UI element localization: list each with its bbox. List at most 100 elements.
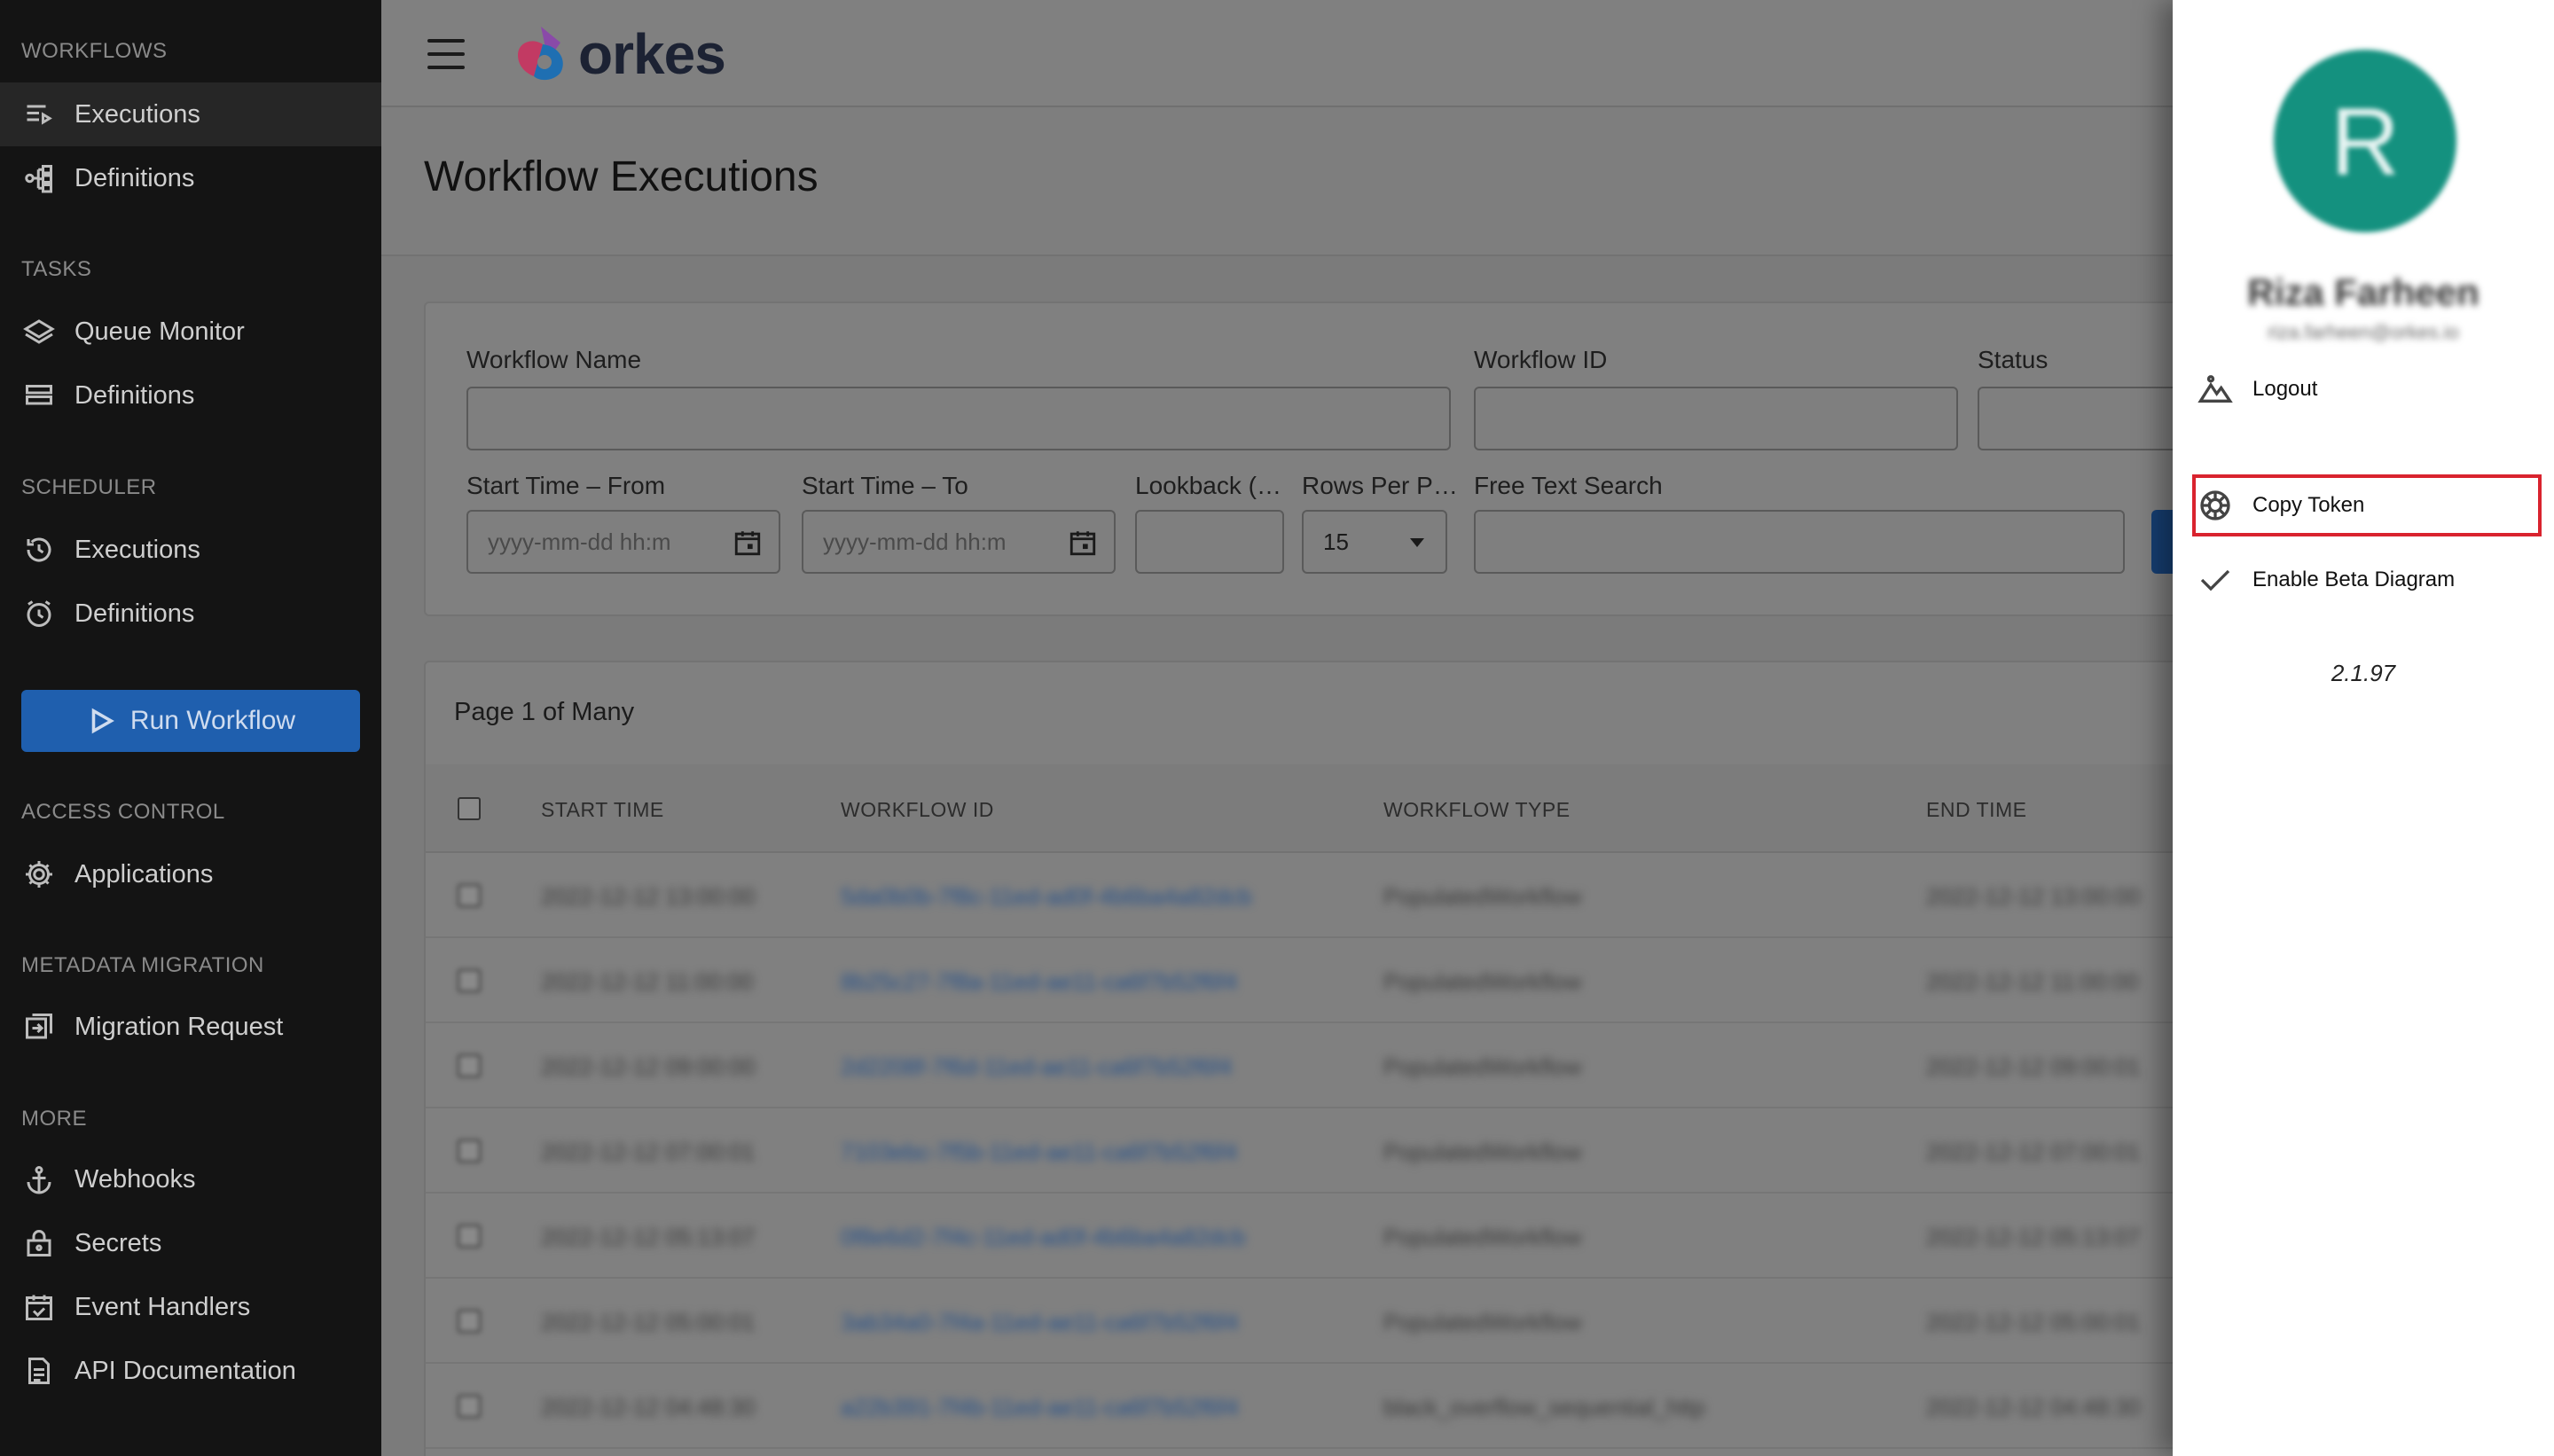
logout-menu-item[interactable]: Logout (2196, 358, 2534, 420)
table-row[interactable]: 2022-12-12 09:00:00 2d2208f-7f6d-11ed-ae1… (426, 1023, 2199, 1108)
alarm-clock-icon (21, 596, 57, 631)
lookback-input[interactable] (1135, 510, 1284, 574)
row-workflow-id-link[interactable]: 7103ebc-7f5b-11ed-ae11-ca6f7b52f6f4 (841, 1139, 1237, 1166)
col-start-time[interactable]: START TIME (541, 798, 664, 822)
start-time-to-input[interactable]: yyyy-mm-dd hh:m (802, 510, 1116, 574)
gear-icon (21, 857, 57, 892)
sidebar-item-webhooks[interactable]: Webhooks (0, 1147, 381, 1211)
top-bar: orkes (381, 0, 2173, 107)
sidebar-item-event-handlers[interactable]: Event Handlers (0, 1275, 381, 1339)
orkes-logo-mark-icon (514, 25, 571, 83)
sidebar-item-label: Webhooks (74, 1164, 196, 1194)
executions-table: Page 1 of Many START TIME WORKFLOW ID WO… (424, 661, 2199, 1456)
orkes-logo[interactable]: orkes (514, 21, 726, 87)
sidebar-item-label: Migration Request (74, 1012, 284, 1041)
col-workflow-id[interactable]: WORKFLOW ID (841, 798, 994, 822)
table-row[interactable]: 2022-12-12 13:00:00 5da0b0b-7f8c-11ed-ad0… (426, 853, 2199, 938)
select-all-checkbox[interactable] (458, 797, 481, 820)
row-start-time: 2022-12-12 04:48:30 (541, 1394, 756, 1421)
sidebar-item-queue-monitor[interactable]: Queue Monitor (0, 300, 381, 364)
play-icon (91, 708, 114, 734)
calendar-icon[interactable] (733, 528, 763, 558)
history-icon (21, 532, 57, 568)
section-title-more: MORE (21, 1107, 87, 1131)
row-start-time: 2022-12-12 09:00:00 (541, 1053, 756, 1080)
workflow-id-input[interactable] (1474, 387, 1958, 450)
user-name: Riza Farheen (2247, 271, 2480, 313)
row-workflow-id-link[interactable]: 3ab34a0-7f4a-11ed-ae11-ca6f7b52f6f4 (841, 1309, 1239, 1336)
sidebar-item-label: Definitions (74, 380, 195, 410)
table-row[interactable]: 2022-12-12 05:13:07 0f8e6d2-7f4c-11ed-ad0… (426, 1194, 2199, 1279)
start-time-from-placeholder: yyyy-mm-dd hh:m (488, 528, 671, 555)
section-title-access-control: ACCESS CONTROL (21, 800, 225, 824)
row-end-time: 2022-12-12 04:48:30 (1926, 1394, 2141, 1421)
enable-beta-diagram-label: Enable Beta Diagram (2252, 568, 2456, 591)
row-start-time: 2022-12-12 05:00:01 (541, 1309, 756, 1335)
free-text-search-input[interactable] (1474, 510, 2125, 574)
row-workflow-type: PopulatedWorkflow (1383, 1053, 1582, 1080)
sidebar-item-label: Executions (74, 535, 200, 564)
row-checkbox[interactable] (458, 1310, 481, 1333)
row-end-time: 2022-12-12 09:00:01 (1926, 1053, 2141, 1080)
col-end-time[interactable]: END TIME (1926, 798, 2026, 822)
table-row[interactable]: 2022-12-12 05:00:01 3ab34a0-7f4a-11ed-ae1… (426, 1279, 2199, 1364)
col-workflow-type[interactable]: WORKFLOW TYPE (1383, 798, 1571, 822)
section-title-workflows: WORKFLOWS (21, 39, 168, 63)
free-text-search-label: Free Text Search (1474, 472, 1663, 499)
enable-beta-diagram-menu-item[interactable]: Enable Beta Diagram (2196, 549, 2534, 611)
section-title-scheduler: SCHEDULER (21, 475, 157, 499)
row-end-time: 2022-12-12 05:00:01 (1926, 1309, 2141, 1335)
logout-mountain-icon (2196, 370, 2235, 409)
workflow-name-input[interactable] (466, 387, 1451, 450)
sidebar-item-scheduler-executions[interactable]: Executions (0, 518, 381, 582)
run-workflow-button[interactable]: Run Workflow (21, 690, 360, 752)
row-workflow-type: PopulatedWorkflow (1383, 968, 1582, 995)
row-end-time: 2022-12-12 13:00:00 (1926, 883, 2141, 910)
table-row[interactable]: 2022-12-12 04:48:30 a22b391-7f4b-11ed-ae1… (426, 1364, 2199, 1449)
row-workflow-id-link[interactable]: 8b25c27-7f8a-11ed-ae11-ca6f7b52f6f4 (841, 968, 1237, 996)
pagination-label: Page 1 of Many (454, 698, 635, 726)
sidebar-item-workflow-executions[interactable]: Executions (0, 82, 381, 146)
sidebar-item-migration-request[interactable]: Migration Request (0, 995, 381, 1059)
row-checkbox[interactable] (458, 1139, 481, 1162)
app-version: 2.1.97 (2331, 660, 2396, 686)
section-title-tasks: TASKS (21, 257, 92, 281)
anchor-icon (21, 1162, 57, 1197)
sidebar-item-task-definitions[interactable]: Definitions (0, 364, 381, 427)
row-workflow-type: PopulatedWorkflow (1383, 1309, 1582, 1335)
sidebar-item-scheduler-definitions[interactable]: Definitions (0, 582, 381, 646)
row-workflow-id-link[interactable]: 0f8e6d2-7f4c-11ed-ad0f-4b6ba4a82dcb (841, 1224, 1245, 1251)
row-checkbox[interactable] (458, 1054, 481, 1077)
row-workflow-id-link[interactable]: a22b391-7f4b-11ed-ae11-ca6f7b52f6f4 (841, 1394, 1239, 1421)
sidebar: WORKFLOWS Executions Definitions TASKS Q… (0, 0, 381, 1456)
table-row[interactable]: 2022-12-12 11:00:00 8b25c27-7f8a-11ed-ae1… (426, 938, 2199, 1023)
row-checkbox[interactable] (458, 1395, 481, 1418)
row-end-time: 2022-12-12 05:13:07 (1926, 1224, 2141, 1250)
row-checkbox[interactable] (458, 884, 481, 907)
row-workflow-type: PopulatedWorkflow (1383, 883, 1582, 910)
copy-token-menu-item[interactable]: Copy Token (2192, 474, 2542, 536)
settings-cog-icon (2196, 486, 2235, 525)
hamburger-menu-icon[interactable] (427, 39, 465, 69)
sidebar-item-api-documentation[interactable]: API Documentation (0, 1339, 381, 1403)
workflow-name-label: Workflow Name (466, 346, 642, 373)
sidebar-item-workflow-definitions[interactable]: Definitions (0, 146, 381, 210)
user-menu-panel: R Riza Farheen riza.farheen@orkes.io Log… (2173, 0, 2554, 1456)
calendar-icon[interactable] (1068, 528, 1098, 558)
workflow-id-label: Workflow ID (1474, 346, 1608, 373)
start-time-from-input[interactable]: yyyy-mm-dd hh:m (466, 510, 780, 574)
dropdown-arrow-icon (1410, 538, 1424, 547)
status-select[interactable] (1978, 387, 2199, 450)
row-checkbox[interactable] (458, 1225, 481, 1248)
table-row[interactable]: 2022-12-12 07:00:01 7103ebc-7f5b-11ed-ae1… (426, 1108, 2199, 1194)
rows-per-page-select[interactable]: 15 (1302, 510, 1447, 574)
sidebar-item-secrets[interactable]: Secrets (0, 1211, 381, 1275)
sidebar-item-label: API Documentation (74, 1356, 296, 1385)
row-checkbox[interactable] (458, 969, 481, 992)
row-workflow-id-link[interactable]: 2d2208f-7f6d-11ed-ae11-ca6f7b52f6f4 (841, 1053, 1232, 1081)
row-workflow-id-link[interactable]: 5da0b0b-7f8c-11ed-ad0f-4b6ba4a82dcb (841, 883, 1252, 911)
lookback-label: Lookback (… (1135, 472, 1281, 499)
row-workflow-type: PopulatedWorkflow (1383, 1224, 1582, 1250)
sidebar-item-applications[interactable]: Applications (0, 842, 381, 906)
stacked-list-icon (21, 378, 57, 413)
